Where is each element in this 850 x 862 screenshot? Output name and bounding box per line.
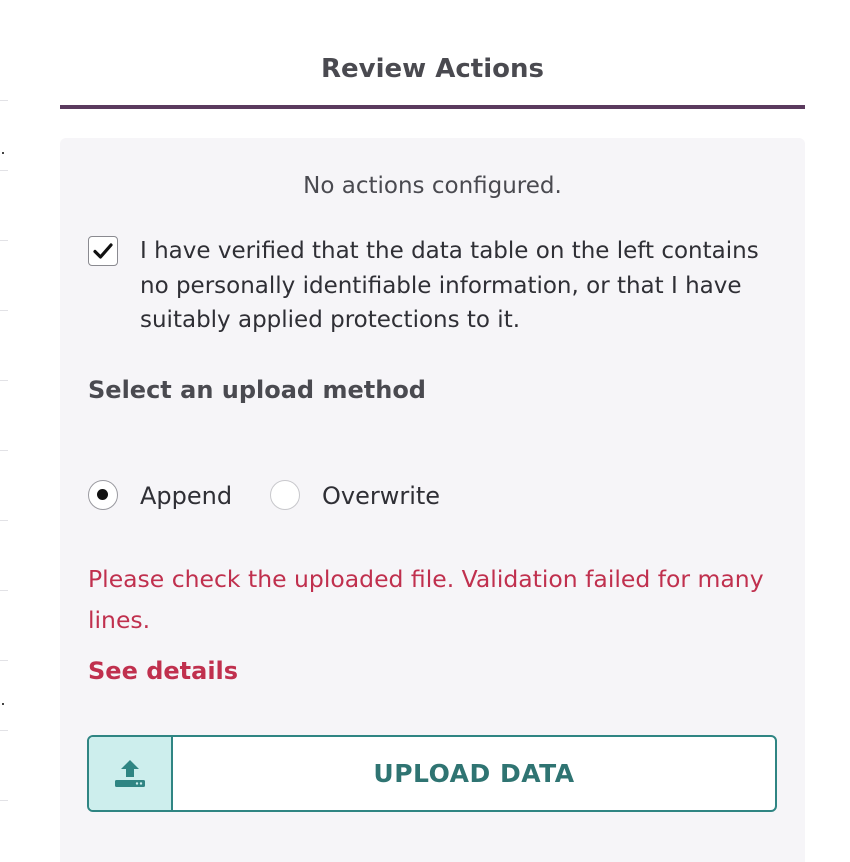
upload-method-label: Select an upload method bbox=[88, 376, 426, 404]
title-underline bbox=[60, 105, 805, 109]
verification-checkbox[interactable] bbox=[88, 236, 118, 266]
review-actions-page: Review Actions No actions configured. I … bbox=[0, 0, 850, 862]
radio-append-indicator[interactable] bbox=[88, 480, 118, 510]
radio-append-label: Append bbox=[140, 482, 233, 510]
upload-data-label: UPLOAD DATA bbox=[373, 759, 575, 788]
radio-overwrite-indicator[interactable] bbox=[270, 480, 300, 510]
data-table-edge bbox=[0, 100, 8, 862]
checkmark-icon bbox=[93, 243, 113, 259]
upload-data-button[interactable]: UPLOAD DATA bbox=[87, 735, 777, 812]
verification-label: I have verified that the data table on t… bbox=[140, 238, 759, 333]
no-actions-message: No actions configured. bbox=[303, 173, 562, 199]
upload-icon bbox=[115, 760, 145, 787]
see-details-link[interactable]: See details bbox=[88, 654, 238, 688]
panel-title: Review Actions bbox=[321, 54, 544, 84]
radio-overwrite-label: Overwrite bbox=[322, 482, 441, 510]
review-actions-card: No actions configured. I have verified t… bbox=[60, 138, 805, 862]
upload-icon-box bbox=[89, 737, 173, 810]
validation-error-message: Please check the uploaded file. Validati… bbox=[88, 565, 764, 634]
